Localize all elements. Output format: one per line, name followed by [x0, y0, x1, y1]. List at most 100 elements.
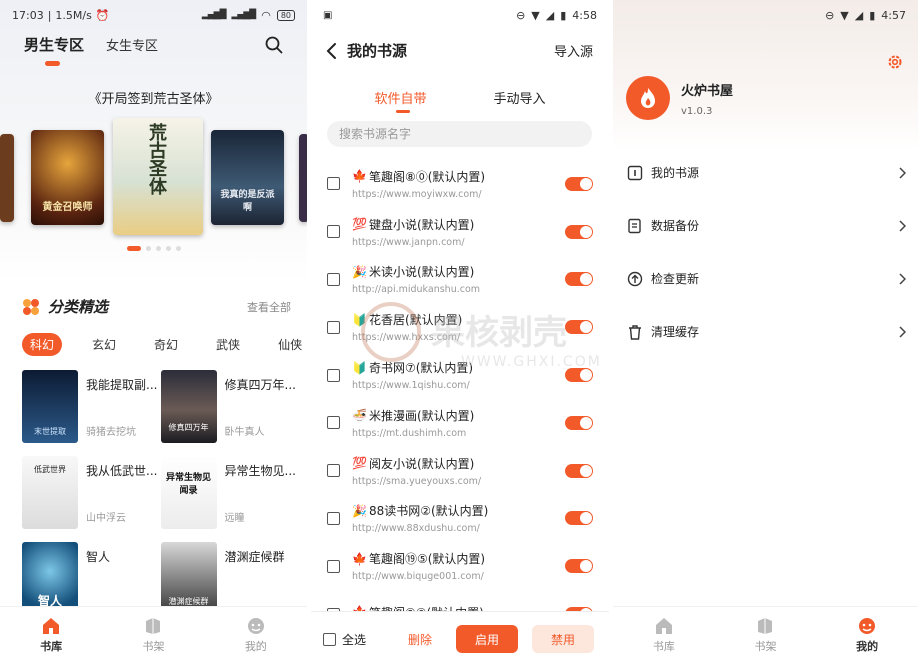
carousel-dots [0, 246, 307, 251]
source-emoji-icon: 🎉 [352, 264, 367, 279]
source-checkbox[interactable] [327, 464, 340, 478]
source-name: 花香居(默认内置) [368, 313, 463, 328]
back-icon[interactable] [325, 42, 337, 60]
source-toggle[interactable] [565, 511, 593, 526]
source-toggle[interactable] [565, 272, 593, 287]
category-chips: 科幻 玄幻 奇幻 武侠 仙侠 [22, 333, 307, 356]
category-chip[interactable]: 武侠 [208, 333, 248, 356]
menu-item-check-update[interactable]: 检查更新 [613, 252, 918, 305]
profile-icon [859, 618, 876, 634]
book-item[interactable]: 修真四万年 修真四万年... 卧牛真人 [160, 370, 300, 456]
menu-item-clear-cache[interactable]: 清理缓存 [613, 305, 918, 358]
source-toggle[interactable] [565, 415, 593, 430]
menu-item-data-backup[interactable]: 数据备份 [613, 199, 918, 252]
book-cover-featured[interactable]: 荒古圣体 [113, 118, 203, 235]
source-row[interactable]: 🔰 花香居(默认内置) https://www.hxxs.com/ [311, 303, 609, 351]
source-checkbox[interactable] [327, 320, 340, 334]
source-toggle[interactable] [565, 224, 593, 239]
tab-female-zone[interactable]: 女生专区 [106, 35, 158, 54]
book-cover-left-edge[interactable] [0, 134, 14, 222]
source-checkbox[interactable] [327, 559, 340, 573]
source-toggle[interactable] [565, 320, 593, 335]
app-name: 火炉书屋 [681, 84, 734, 99]
source-toggle[interactable] [565, 463, 593, 478]
source-checkbox[interactable] [327, 225, 340, 239]
search-icon[interactable] [265, 36, 283, 54]
book-cover[interactable]: 我真的是反派啊 [211, 130, 284, 225]
source-row[interactable]: 🍜 米推漫画(默认内置) https://mt.dushimh.com [311, 399, 609, 447]
source-checkbox[interactable] [327, 272, 340, 286]
info-box-icon [627, 165, 643, 180]
tab-label: 书库 [40, 640, 63, 653]
section-title: 分类精选 [48, 298, 109, 316]
source-row[interactable]: 🍁 笔趣阁⑲⑤(默认内置) http://www.biquge001.com/ [311, 542, 609, 590]
source-row[interactable]: 💯 阅友小说(默认内置) https://sma.yueyouxs.com/ [311, 447, 609, 495]
tab-bookshelf[interactable]: 书架 [735, 617, 795, 654]
source-row[interactable]: 🎉 米读小说(默认内置) http://api.midukanshu.com [311, 256, 609, 304]
settings-menu: 我的书源 数据备份 检查更新 清理缓存 [613, 146, 918, 358]
tab-builtin[interactable]: 软件自带 [374, 88, 426, 107]
chevron-right-icon [899, 166, 906, 179]
tab-bookstore[interactable]: 书库 [21, 617, 81, 654]
tab-label: 书架 [142, 640, 165, 653]
source-row[interactable]: 💯 键盘小说(默认内置) https://www.janpn.com/ [311, 208, 609, 256]
book-author: 骑猪去挖坑 [86, 427, 136, 438]
checkbox[interactable] [323, 632, 336, 646]
menu-item-my-sources[interactable]: 我的书源 [613, 146, 918, 199]
book-item[interactable]: 异常生物见闻录 异常生物见... 远瞳 [160, 456, 300, 542]
book-cover[interactable]: 黄金召唤师 [31, 130, 104, 225]
tab-bookstore[interactable]: 书库 [634, 617, 694, 654]
source-name: 88读书网②(默认内置) [368, 504, 489, 519]
book-item[interactable]: 末世提取 我能提取副... 骑猪去挖坑 [22, 370, 161, 456]
tab-bookshelf[interactable]: 书架 [123, 617, 183, 654]
chevron-right-icon [899, 219, 906, 232]
book-cover: 智人 [22, 542, 78, 615]
source-row[interactable]: 🔰 奇书网⑦(默认内置) https://www.1qishu.com/ [311, 351, 609, 399]
source-checkbox[interactable] [327, 511, 340, 525]
import-source-button[interactable]: 导入源 [554, 41, 593, 60]
tab-label: 我的 [244, 640, 267, 653]
tab-mine[interactable]: 我的 [226, 617, 286, 654]
book-cover: 末世提取 [22, 370, 78, 443]
category-chip[interactable]: 科幻 [22, 333, 63, 356]
disable-button[interactable]: 禁用 [532, 625, 595, 653]
bottom-tab-bar: 书库 书架 我的 [0, 606, 307, 666]
book-author: 远瞳 [224, 513, 245, 524]
select-all-checkbox[interactable]: 全选 [323, 631, 366, 648]
delete-button[interactable]: 删除 [408, 631, 432, 648]
chevron-right-icon [899, 325, 906, 338]
menu-label: 我的书源 [651, 166, 700, 180]
category-chip[interactable]: 仙侠 [270, 333, 307, 356]
category-chip[interactable]: 奇幻 [146, 333, 186, 356]
view-all-link[interactable]: 查看全部 [247, 299, 291, 315]
source-row[interactable]: 🎉 88读书网②(默认内置) http://www.88xdushu.com/ [311, 495, 609, 543]
settings-gear-icon[interactable] [886, 53, 904, 71]
tab-mine[interactable]: 我的 [837, 617, 897, 654]
source-row[interactable]: 🍁 笔趣阁⑧⓪(默认内置) https://www.moyiwxw.com/ [311, 160, 609, 208]
source-toggle[interactable] [565, 368, 593, 383]
tab-manual-import[interactable]: 手动导入 [493, 88, 545, 107]
source-checkbox[interactable] [327, 177, 340, 191]
backup-icon [628, 218, 641, 233]
source-checkbox[interactable] [327, 416, 340, 430]
source-emoji-icon: 🍁 [352, 551, 367, 566]
category-chip[interactable]: 玄幻 [84, 333, 124, 356]
tab-male-zone[interactable]: 男生专区 [24, 34, 84, 55]
signal-icon: ▂▄▆█ [201, 10, 227, 20]
enable-button[interactable]: 启用 [456, 625, 519, 653]
book-cover-right-edge[interactable] [299, 134, 307, 222]
battery-icon: ▮ [560, 8, 567, 22]
tab-label: 书库 [652, 640, 675, 653]
source-search-input[interactable]: 搜索书源名字 [327, 121, 592, 147]
wifi-icon: ▼ [531, 8, 540, 22]
source-toggle[interactable] [565, 176, 593, 191]
my-sources-screen: ▣ ⊖ ▼ ◢ ▮ 4:58 我的书源 导入源 软件自带 手动导入 搜索书源名字… [311, 0, 609, 666]
source-url: https://www.moyiwxw.com/ [352, 188, 482, 200]
source-name: 奇书网⑦(默认内置) [368, 361, 474, 376]
book-item[interactable]: 低武世界 我从低武世... 山中浮云 [22, 456, 161, 542]
battery-icon: 80 [276, 9, 295, 21]
source-toggle[interactable] [565, 559, 593, 574]
source-emoji-icon: 💯 [352, 217, 367, 232]
source-checkbox[interactable] [327, 368, 340, 382]
book-author: 山中浮云 [86, 513, 126, 524]
